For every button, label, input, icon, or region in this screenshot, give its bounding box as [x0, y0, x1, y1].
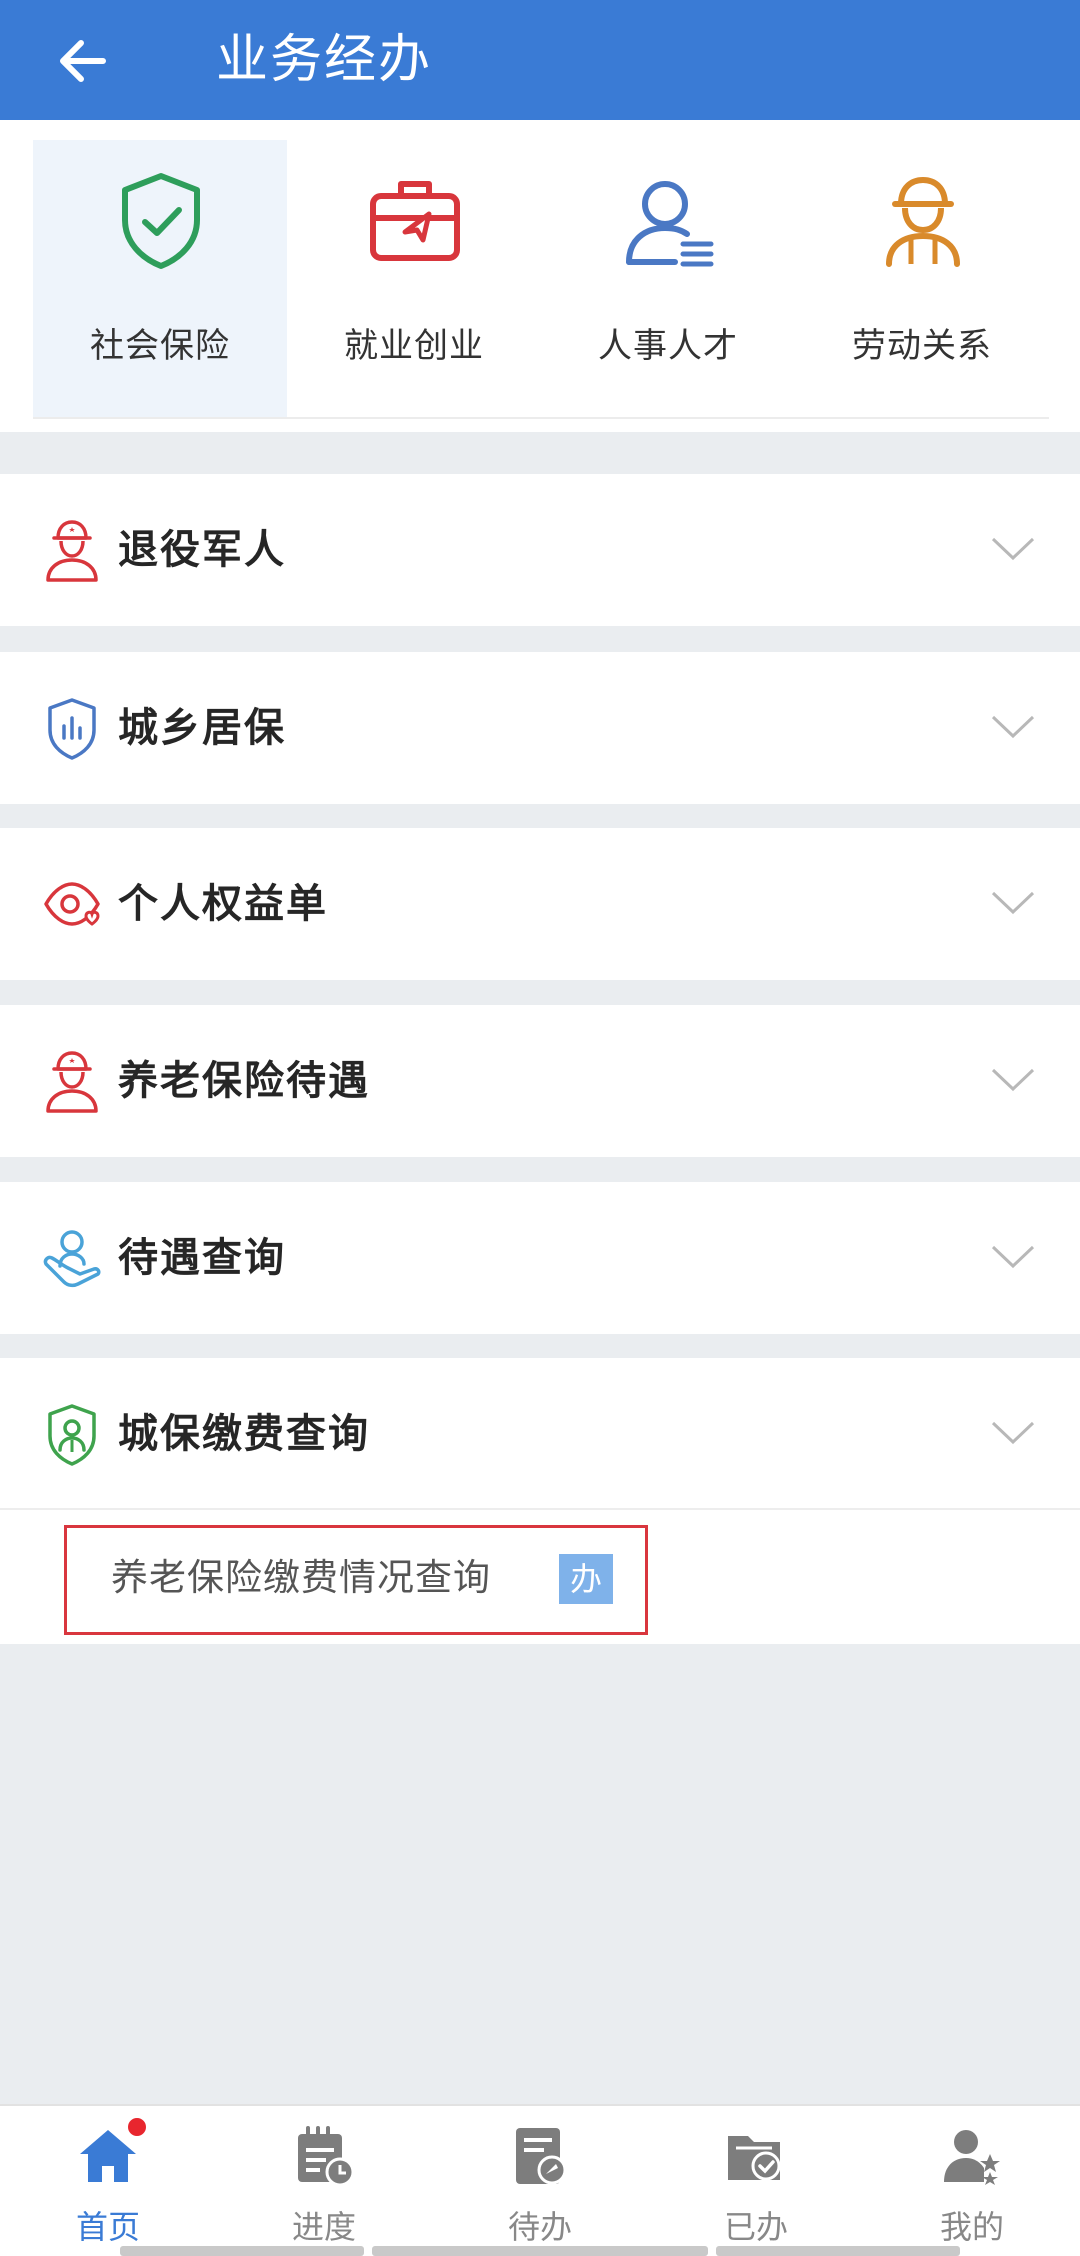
gesture-bar	[716, 2246, 960, 2256]
category-label: 社会保险	[90, 326, 230, 366]
nav-done[interactable]: 已办	[648, 2106, 864, 2256]
category-labor-relations[interactable]: 劳动关系	[795, 140, 1049, 417]
nav-progress[interactable]: 进度	[216, 2106, 432, 2256]
category-personnel[interactable]: 人事人才	[541, 140, 795, 417]
section-personal-rights[interactable]: 个人权益单	[0, 828, 1080, 980]
person-list-icon	[626, 181, 714, 267]
eye-heart-icon	[44, 882, 100, 926]
briefcase-icon	[370, 181, 460, 261]
shield-person-icon	[48, 1404, 96, 1466]
category-social-insurance[interactable]: 社会保险	[33, 140, 287, 417]
back-button[interactable]	[48, 26, 118, 96]
shield-chart-icon	[48, 698, 96, 760]
document-pending-icon	[516, 2128, 567, 2185]
section-title: 退役军人	[118, 527, 286, 573]
nav-mine[interactable]: 我的	[864, 2106, 1080, 2256]
section-benefit-query[interactable]: 待遇查询	[0, 1182, 1080, 1334]
category-card: 社会保险 就业创业 人事人才 劳动关系	[0, 120, 1080, 432]
soldier-icon	[46, 520, 98, 582]
section-title: 城保缴费查询	[118, 1411, 370, 1457]
chevron-down-icon	[991, 1245, 1035, 1269]
gesture-bar	[372, 2246, 708, 2256]
nav-label: 待办	[507, 2208, 572, 2246]
handle-badge: 办	[559, 1554, 613, 1604]
notification-dot	[126, 2116, 148, 2138]
arrow-left-icon	[60, 40, 106, 82]
soldier-icon	[46, 1051, 98, 1113]
section-title: 城乡居保	[118, 705, 286, 751]
gesture-bar	[120, 2246, 364, 2256]
app-header: 业务经办	[0, 0, 1080, 120]
section-urban-rural-insurance[interactable]: 城乡居保	[0, 652, 1080, 804]
category-label: 就业创业	[344, 326, 484, 366]
nav-home[interactable]: 首页	[0, 2106, 216, 2256]
section-title: 养老保险待遇	[118, 1058, 370, 1104]
worker-icon	[886, 177, 960, 267]
category-label: 劳动关系	[852, 326, 992, 366]
nav-label: 已办	[723, 2208, 788, 2246]
page-title: 业务经办	[216, 30, 433, 90]
nav-pending[interactable]: 待办	[432, 2106, 648, 2256]
nav-label: 我的	[939, 2208, 1004, 2246]
hand-person-icon	[43, 1230, 101, 1288]
chevron-down-icon	[991, 891, 1035, 915]
nav-label: 进度	[291, 2208, 356, 2246]
sub-item-label: 养老保险缴费情况查询	[111, 1556, 491, 1599]
chevron-down-icon	[991, 715, 1035, 739]
chevron-down-icon	[991, 1068, 1035, 1092]
category-row: 社会保险 就业创业 人事人才 劳动关系	[33, 140, 1049, 419]
section-title: 待遇查询	[118, 1235, 286, 1281]
expanded-panel: 养老保险缴费情况查询 办	[0, 1510, 1080, 1644]
nav-label: 首页	[75, 2208, 140, 2246]
chevron-down-icon	[991, 1421, 1035, 1445]
section-veterans[interactable]: 退役军人	[0, 474, 1080, 626]
category-label: 人事人才	[598, 326, 738, 366]
chevron-down-icon	[991, 537, 1035, 561]
section-pension-benefits[interactable]: 养老保险待遇	[0, 1005, 1080, 1157]
section-urban-contribution-query[interactable]: 城保缴费查询	[0, 1358, 1080, 1510]
calendar-clock-icon	[298, 2126, 355, 2187]
category-employment[interactable]: 就业创业	[287, 140, 541, 417]
bottom-nav: 首页 进度 待办 已办 我的	[0, 2104, 1080, 2256]
folder-check-icon	[728, 2136, 781, 2181]
pension-contribution-query-item[interactable]: 养老保险缴费情况查询 办	[64, 1525, 648, 1635]
section-title: 个人权益单	[118, 881, 328, 927]
shield-check-icon	[122, 173, 200, 269]
user-stars-icon	[944, 2130, 1000, 2185]
